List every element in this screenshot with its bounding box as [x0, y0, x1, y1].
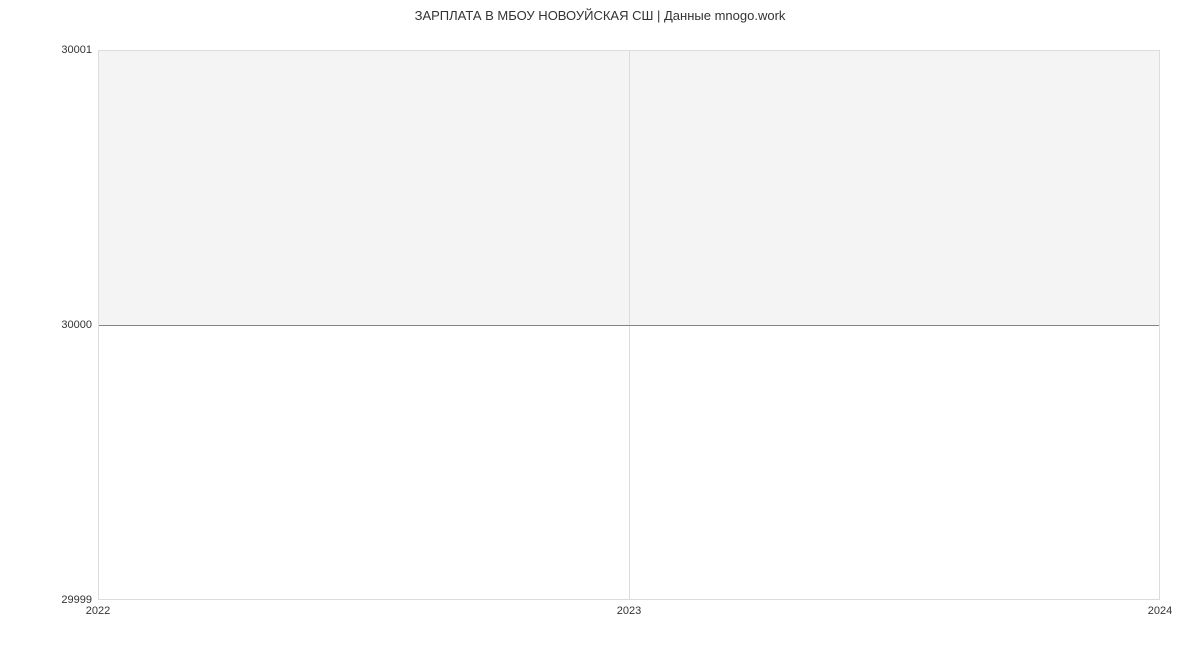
x-tick-label: 2024: [1148, 605, 1172, 617]
y-tick-label: 30000: [61, 319, 92, 331]
x-tick-label: 2023: [617, 605, 641, 617]
series-line: [99, 325, 1159, 326]
x-tick-label: 2022: [86, 605, 110, 617]
y-tick-label: 30001: [61, 44, 92, 56]
chart-plot-area: [98, 50, 1160, 600]
chart-title: ЗАРПЛАТА В МБОУ НОВОУЙСКАЯ СШ | Данные m…: [0, 8, 1200, 23]
